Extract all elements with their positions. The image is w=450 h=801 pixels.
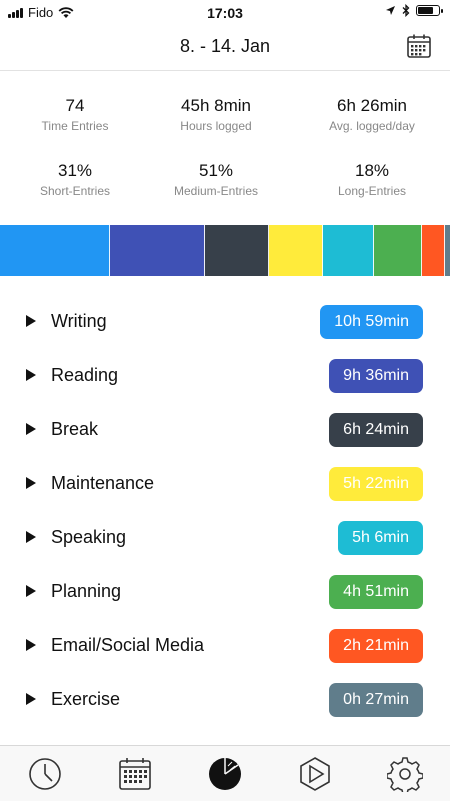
- category-row-break[interactable]: Break 6h 24min: [0, 410, 450, 450]
- stat-hours-logged: 45h 8min Hours logged: [141, 96, 291, 133]
- duration-badge: 5h 22min: [329, 467, 423, 501]
- calendar-grid-icon[interactable]: [117, 756, 153, 792]
- stat-label: Medium-Entries: [173, 184, 259, 198]
- duration-badge: 4h 51min: [329, 575, 423, 609]
- proportion-segment-reading: [109, 225, 206, 276]
- expand-arrow-icon[interactable]: [26, 315, 36, 327]
- stat-label: Hours logged: [180, 119, 252, 133]
- expand-arrow-icon[interactable]: [26, 639, 36, 651]
- bluetooth-icon: [402, 4, 410, 17]
- proportion-segment-email-social-media: [422, 225, 446, 276]
- proportion-segment-exercise: [445, 225, 450, 276]
- status-bar: Fido 17:03: [0, 0, 450, 26]
- category-row-reading[interactable]: Reading 9h 36min: [0, 356, 450, 396]
- battery-icon: [416, 5, 443, 16]
- stat-value: 31%: [57, 161, 93, 180]
- stat-value: 51%: [198, 161, 234, 180]
- category-name: Speaking: [51, 527, 127, 547]
- expand-arrow-icon[interactable]: [26, 531, 36, 543]
- stat-label: Short-Entries: [39, 184, 111, 198]
- duration-badge: 9h 36min: [329, 359, 423, 393]
- category-row-speaking[interactable]: Speaking 5h 6min: [0, 518, 450, 558]
- stat-label: Time Entries: [41, 119, 109, 133]
- stat-avg-logged: 6h 26min Avg. logged/day: [297, 96, 447, 133]
- date-range-title[interactable]: 8. - 14. Jan: [0, 36, 450, 57]
- category-proportion-bar: [0, 225, 450, 276]
- stat-short-entries: 31% Short-Entries: [0, 161, 150, 198]
- status-icons: [385, 4, 443, 17]
- duration-badge: 5h 6min: [338, 521, 423, 555]
- category-name: Planning: [51, 581, 122, 601]
- proportion-segment-speaking: [322, 225, 374, 276]
- location-arrow-icon: [386, 6, 395, 15]
- stat-medium-entries: 51% Medium-Entries: [141, 161, 291, 198]
- settings-gear-icon[interactable]: [387, 756, 423, 792]
- expand-arrow-icon[interactable]: [26, 693, 36, 705]
- category-row-email-social-media[interactable]: Email/Social Media 2h 21min: [0, 626, 450, 666]
- category-row-planning[interactable]: Planning 4h 51min: [0, 572, 450, 612]
- category-name: Reading: [51, 365, 119, 385]
- clock-icon[interactable]: [27, 756, 63, 792]
- duration-badge: 2h 21min: [329, 629, 423, 663]
- category-name: Break: [51, 419, 99, 439]
- pie-chart-icon[interactable]: [207, 756, 243, 792]
- proportion-segment-planning: [373, 225, 423, 276]
- category-name: Exercise: [51, 689, 121, 709]
- calendar-icon[interactable]: [406, 33, 432, 59]
- category-name: Maintenance: [51, 473, 155, 493]
- proportion-segment-break: [205, 225, 270, 276]
- category-name: Writing: [51, 311, 107, 331]
- clock-time: 17:03: [207, 5, 243, 21]
- tab-bar: [0, 745, 450, 801]
- stat-label: Long-Entries: [337, 184, 407, 198]
- header: 8. - 14. Jan: [0, 26, 450, 71]
- duration-badge: 0h 27min: [329, 683, 423, 717]
- stat-label: Avg. logged/day: [329, 119, 415, 133]
- proportion-segment-writing: [0, 225, 110, 276]
- proportion-segment-maintenance: [269, 225, 323, 276]
- stat-value: 18%: [354, 161, 390, 180]
- category-row-maintenance[interactable]: Maintenance 5h 22min: [0, 464, 450, 504]
- expand-arrow-icon[interactable]: [26, 477, 36, 489]
- expand-arrow-icon[interactable]: [26, 585, 36, 597]
- expand-arrow-icon[interactable]: [26, 369, 36, 381]
- category-row-writing[interactable]: Writing 10h 59min: [0, 302, 450, 342]
- stat-value: 6h 26min: [337, 96, 407, 115]
- play-hexagon-icon[interactable]: [297, 756, 333, 792]
- category-name: Email/Social Media: [51, 635, 205, 655]
- stat-time-entries: 74 Time Entries: [0, 96, 150, 133]
- category-row-exercise[interactable]: Exercise 0h 27min: [0, 680, 450, 720]
- stat-value: 74: [65, 96, 85, 115]
- duration-badge: 6h 24min: [329, 413, 423, 447]
- expand-arrow-icon[interactable]: [26, 423, 36, 435]
- stat-long-entries: 18% Long-Entries: [297, 161, 447, 198]
- stat-value: 45h 8min: [181, 96, 251, 115]
- duration-badge: 10h 59min: [320, 305, 423, 339]
